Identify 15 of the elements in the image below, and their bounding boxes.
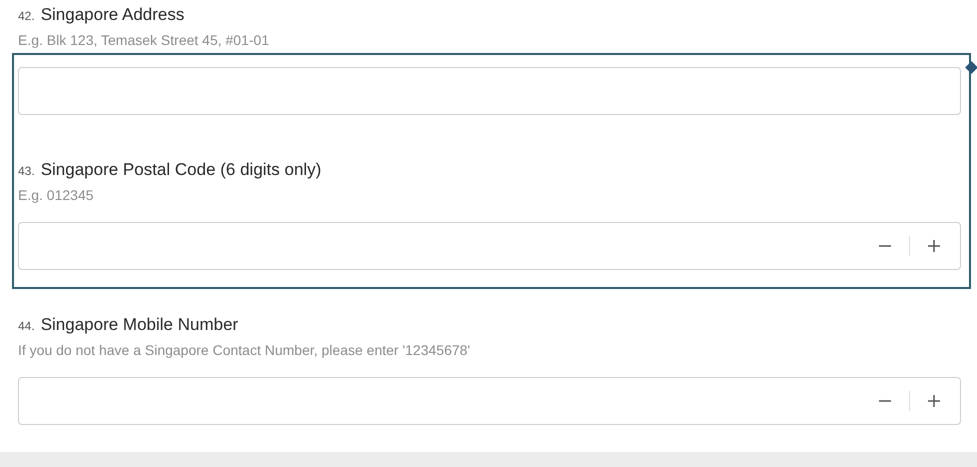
question-title: Singapore Mobile Number [40,315,238,335]
plus-icon [927,394,941,408]
handle-icon[interactable] [965,61,977,74]
hint-text: If you do not have a Singapore Contact Number, please enter '12345678' [18,341,470,359]
text-field[interactable] [18,67,961,115]
question-number: 44. [18,319,35,333]
question-title: Singapore Address [40,5,184,25]
number-field[interactable] [18,222,961,270]
question-number: 42. [18,9,35,23]
hint-text: E.g. 012345 [18,186,94,204]
plus-icon [927,239,941,253]
question-title: Singapore Postal Code (6 digits only) [40,160,322,180]
hint-text: E.g. Blk 123, Temasek Street 45, #01-01 [18,31,270,49]
question-number: 43. [18,164,35,178]
number-field[interactable] [18,377,961,425]
